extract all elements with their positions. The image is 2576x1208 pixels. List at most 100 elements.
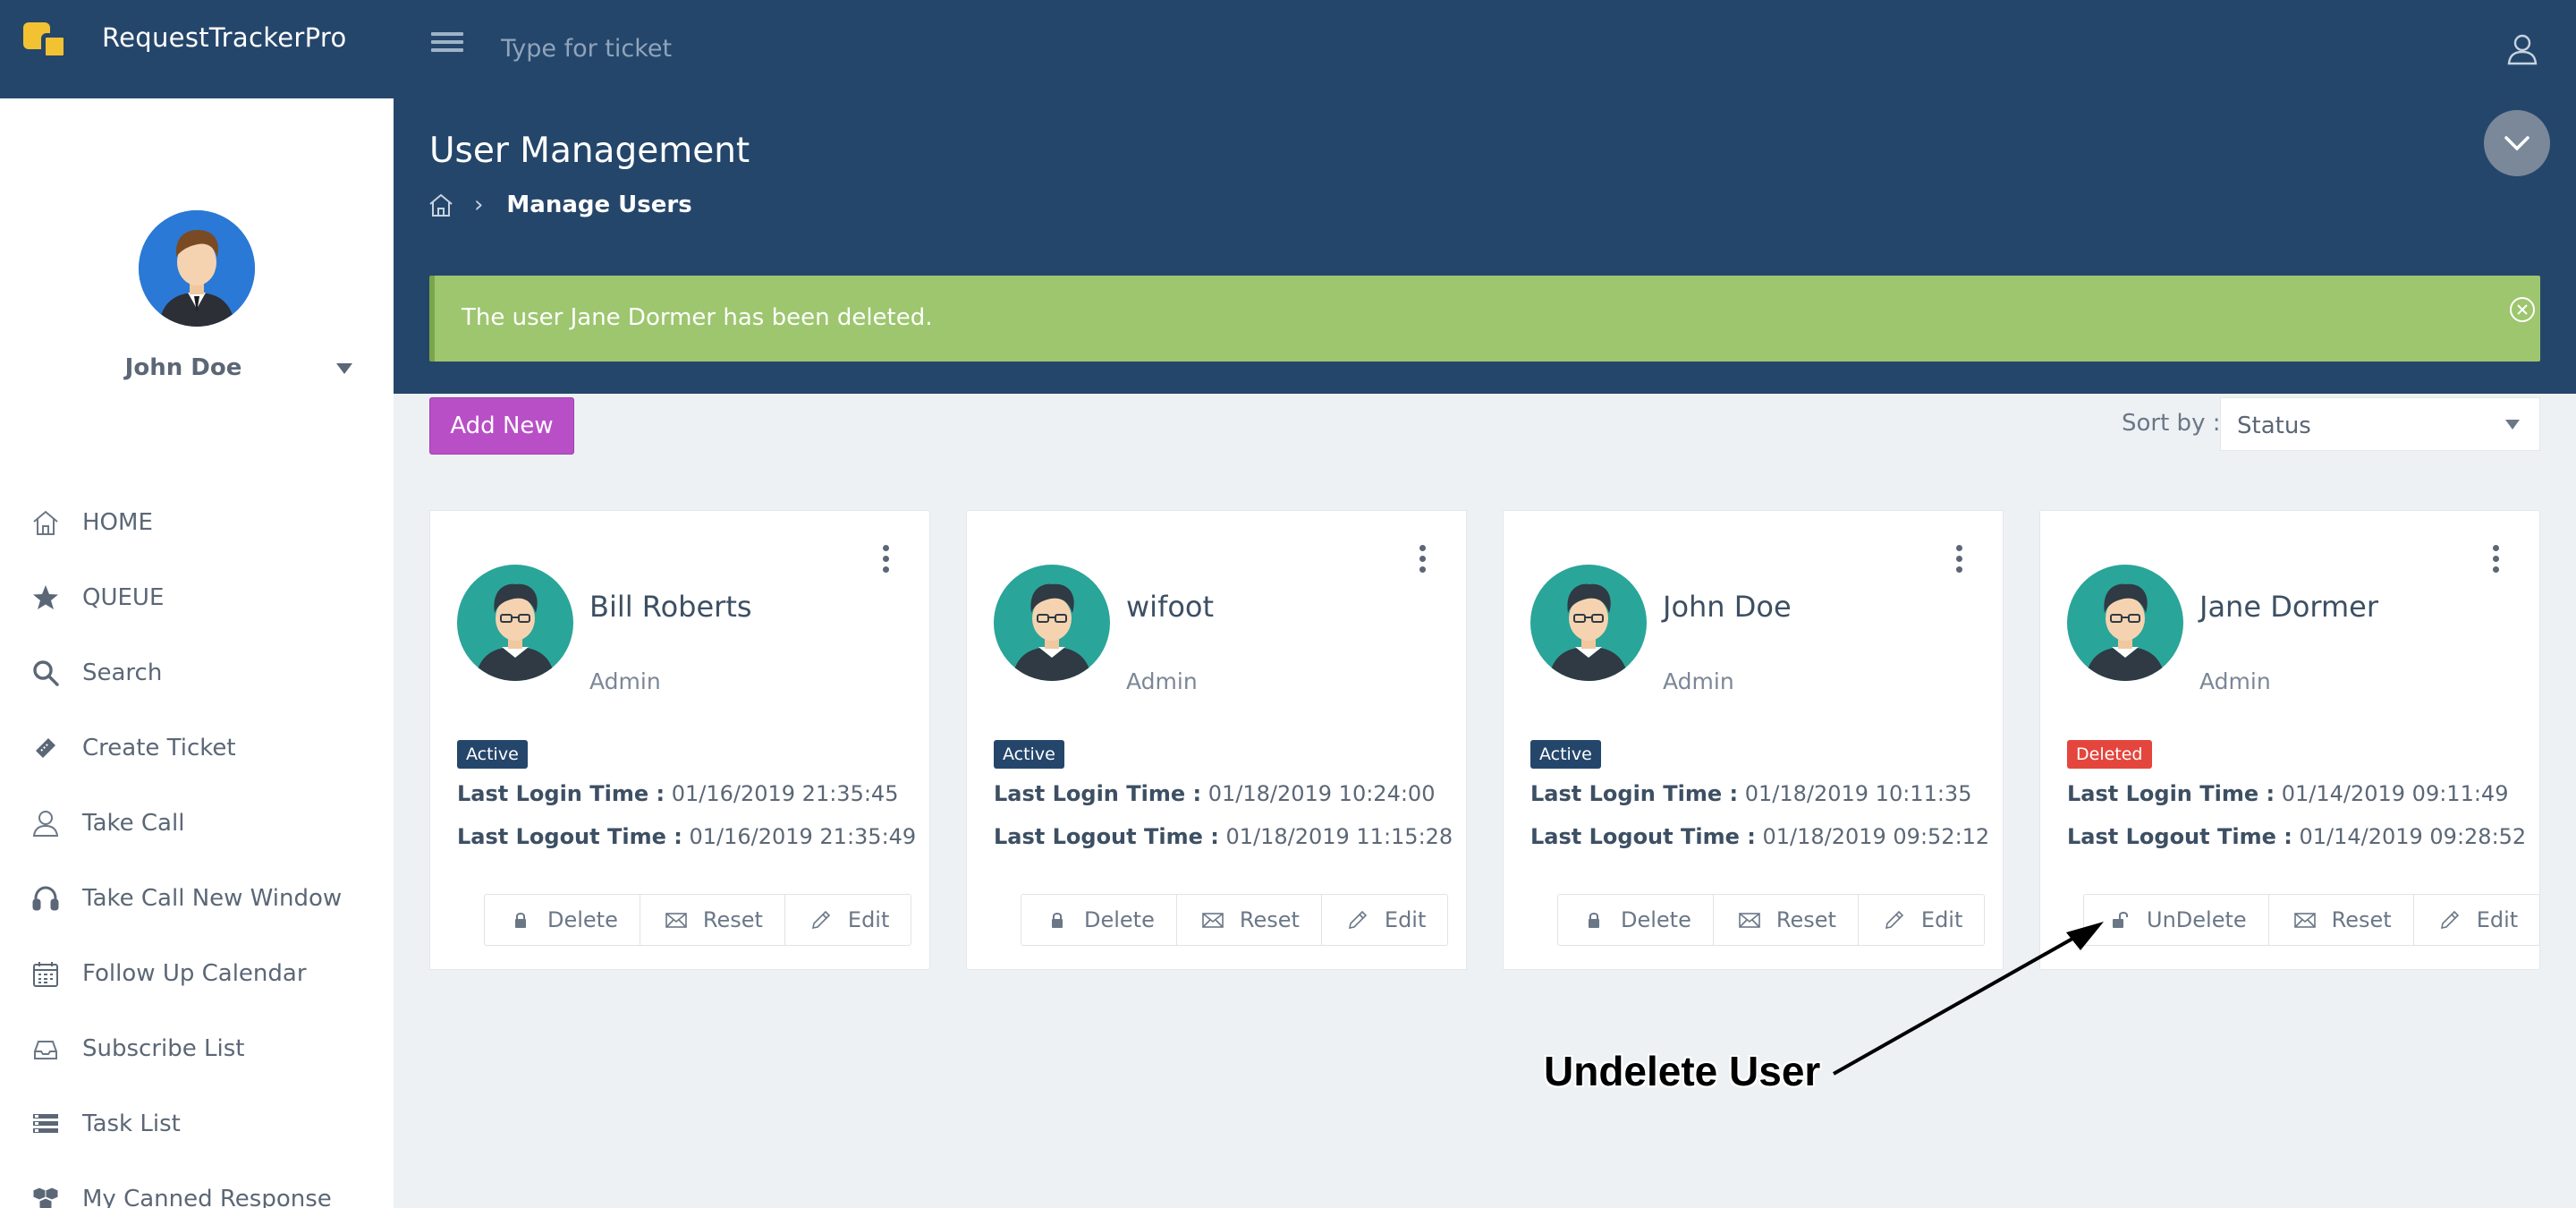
card-actions: Delete Reset Edit (484, 894, 912, 946)
reset-button[interactable]: Reset (1714, 895, 1859, 945)
kebab-menu-icon[interactable] (879, 545, 892, 575)
user-account-icon[interactable] (2504, 30, 2540, 66)
edit-button[interactable]: Edit (785, 895, 911, 945)
page-title: User Management (429, 131, 750, 171)
envelope-icon (665, 913, 687, 928)
user-icon (32, 811, 59, 837)
user-name: Bill Roberts (589, 590, 752, 624)
user-role: Admin (2199, 668, 2271, 694)
pencil-icon (2440, 910, 2459, 930)
sidebar-item-subscribe-list[interactable]: Subscribe List (0, 1011, 394, 1086)
menu-toggle-icon[interactable] (431, 32, 463, 63)
user-avatar (1530, 565, 1647, 681)
star-icon (33, 585, 58, 609)
last-logout: Last Logout Time : 01/16/2019 21:35:49 (457, 824, 917, 849)
annotation-label: Undelete User (1544, 1048, 1821, 1094)
last-login: Last Login Time : 01/14/2019 09:11:49 (2067, 781, 2509, 806)
user-role: Admin (1663, 668, 1734, 694)
reset-button[interactable]: Reset (1177, 895, 1322, 945)
sidebar-item-search[interactable]: Search (0, 635, 394, 710)
user-name: John Doe (1663, 590, 1792, 624)
last-logout: Last Logout Time : 01/18/2019 09:52:12 (1530, 824, 1990, 849)
chevron-down-icon (2504, 136, 2529, 151)
sidebar-item-task-list[interactable]: Task List (0, 1086, 394, 1161)
sidebar-item-label: HOME (82, 509, 153, 536)
lock-icon (1052, 913, 1063, 928)
last-login: Last Login Time : 01/18/2019 10:24:00 (994, 781, 1436, 806)
user-role: Admin (1126, 668, 1198, 694)
calendar-icon (33, 962, 58, 987)
home-icon (33, 510, 58, 535)
envelope-icon (1202, 913, 1224, 928)
last-login: Last Login Time : 01/18/2019 10:11:35 (1530, 781, 1972, 806)
ticket-search-input[interactable] (501, 30, 1216, 66)
close-icon[interactable] (2508, 295, 2537, 324)
collapse-header-button[interactable] (2484, 110, 2550, 176)
kebab-menu-icon[interactable] (1416, 545, 1428, 575)
pencil-icon (811, 910, 831, 930)
brand-logo (23, 17, 70, 60)
profile-dropdown-caret-icon[interactable] (336, 363, 352, 374)
status-badge: Active (1530, 740, 1601, 769)
kebab-menu-icon[interactable] (2489, 545, 2502, 575)
envelope-icon (2293, 913, 2316, 928)
sidebar-item-home[interactable]: HOME (0, 485, 394, 560)
envelope-icon (1739, 913, 1760, 928)
lock-icon (515, 913, 526, 928)
add-new-button[interactable]: Add New (429, 397, 574, 455)
sidebar-item-label: Search (82, 659, 163, 686)
caret-down-icon (2505, 420, 2520, 430)
last-login: Last Login Time : 01/16/2019 21:35:45 (457, 781, 899, 806)
kebab-menu-icon[interactable] (1953, 545, 1965, 575)
inbox-icon (34, 1041, 57, 1059)
sidebar: John Doe HOME QUEUE Search Create Ticket… (0, 98, 394, 1208)
sidebar-item-take-call-new-window[interactable]: Take Call New Window (0, 861, 394, 936)
unlock-icon (2113, 912, 2128, 928)
user-card: Bill Roberts Admin Active Last Login Tim… (429, 510, 930, 970)
profile-avatar[interactable] (139, 210, 255, 327)
status-badge: Deleted (2067, 740, 2152, 769)
brand-name: RequestTrackerPro (102, 22, 347, 53)
sidebar-item-queue[interactable]: QUEUE (0, 560, 394, 635)
sidebar-item-follow-up-calendar[interactable]: Follow Up Calendar (0, 936, 394, 1011)
sidebar-item-label: My Canned Response (82, 1186, 332, 1208)
breadcrumb: › Manage Users (428, 191, 692, 218)
sort-label: Sort by : (2122, 410, 2221, 437)
last-logout: Last Logout Time : 01/18/2019 11:15:28 (994, 824, 1453, 849)
card-actions: UnDelete Reset Edit (2083, 894, 2541, 946)
sidebar-item-label: Follow Up Calendar (82, 960, 307, 987)
sidebar-item-create-ticket[interactable]: Create Ticket (0, 710, 394, 786)
edit-button[interactable]: Edit (1322, 895, 1447, 945)
breadcrumb-home-icon[interactable] (428, 191, 454, 218)
last-logout: Last Logout Time : 01/14/2019 09:28:52 (2067, 824, 2527, 849)
cubes-icon (32, 1187, 59, 1208)
card-actions: Delete Reset Edit (1557, 894, 1986, 946)
user-avatar (994, 565, 1110, 681)
pencil-icon (1348, 910, 1368, 930)
breadcrumb-current: Manage Users (506, 191, 692, 218)
reset-button[interactable]: Reset (2269, 895, 2414, 945)
sort-select-value: Status (2237, 413, 2311, 439)
sidebar-item-label: Task List (82, 1110, 181, 1137)
edit-button[interactable]: Edit (2414, 895, 2539, 945)
sidebar-item-take-call[interactable]: Take Call (0, 786, 394, 861)
top-bar: RequestTrackerPro (0, 0, 2576, 98)
sidebar-item-my-canned-response[interactable]: My Canned Response (0, 1161, 394, 1208)
undelete-button[interactable]: UnDelete (2084, 895, 2269, 945)
sidebar-nav: HOME QUEUE Search Create Ticket Take Cal… (0, 485, 394, 1208)
sort-select[interactable]: Status (2220, 397, 2540, 451)
brand[interactable]: RequestTrackerPro (0, 0, 394, 98)
lock-icon (1589, 913, 1599, 928)
delete-button[interactable]: Delete (1558, 895, 1714, 945)
edit-button[interactable]: Edit (1859, 895, 1984, 945)
delete-button[interactable]: Delete (1021, 895, 1177, 945)
pencil-icon (1885, 910, 1904, 930)
profile-name[interactable]: John Doe (0, 354, 367, 381)
list-icon (33, 1114, 58, 1133)
delete-button[interactable]: Delete (485, 895, 640, 945)
ticket-icon (36, 738, 55, 758)
reset-button[interactable]: Reset (640, 895, 785, 945)
sidebar-item-label: Take Call New Window (82, 885, 343, 912)
user-avatar (2067, 565, 2183, 681)
status-badge: Active (994, 740, 1064, 769)
